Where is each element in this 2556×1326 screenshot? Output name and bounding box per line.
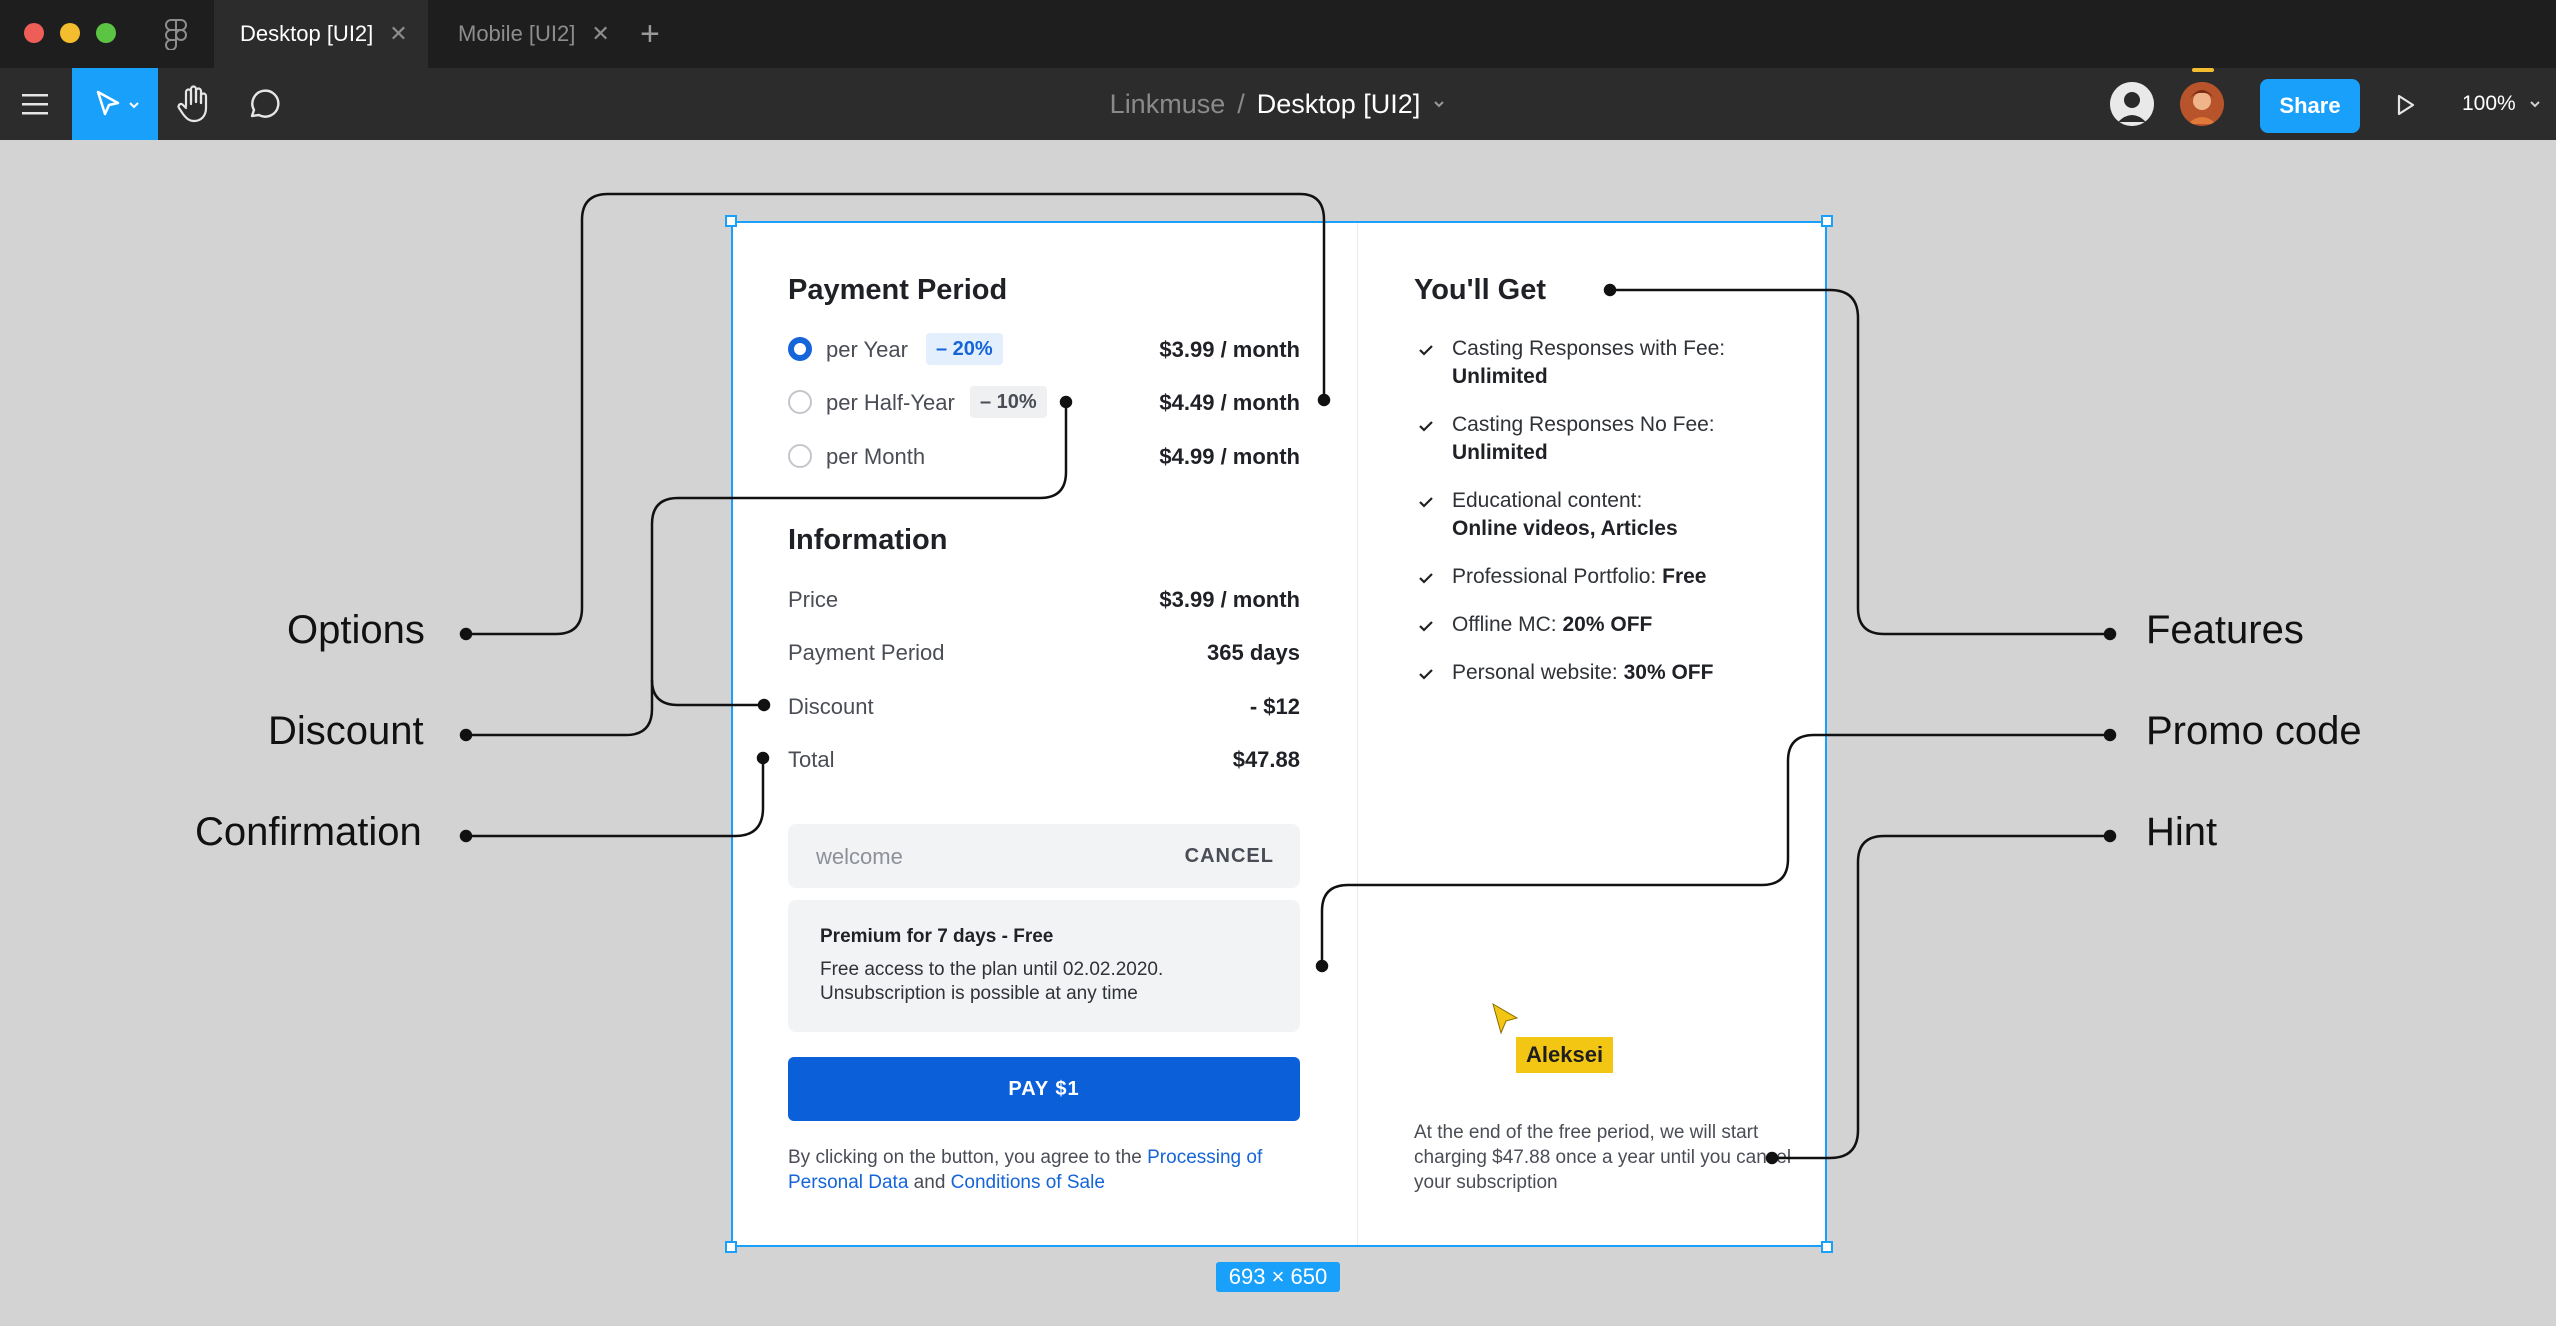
annotation-options: Options <box>287 608 425 652</box>
annotation-promo-code: Promo code <box>2146 709 2362 753</box>
annotation-features: Features <box>2146 608 2304 652</box>
annotation-discount: Discount <box>268 709 424 753</box>
annotation-confirmation: Confirmation <box>195 810 422 854</box>
annotation-hint: Hint <box>2146 810 2218 854</box>
annotation-connectors <box>459 192 2117 1165</box>
